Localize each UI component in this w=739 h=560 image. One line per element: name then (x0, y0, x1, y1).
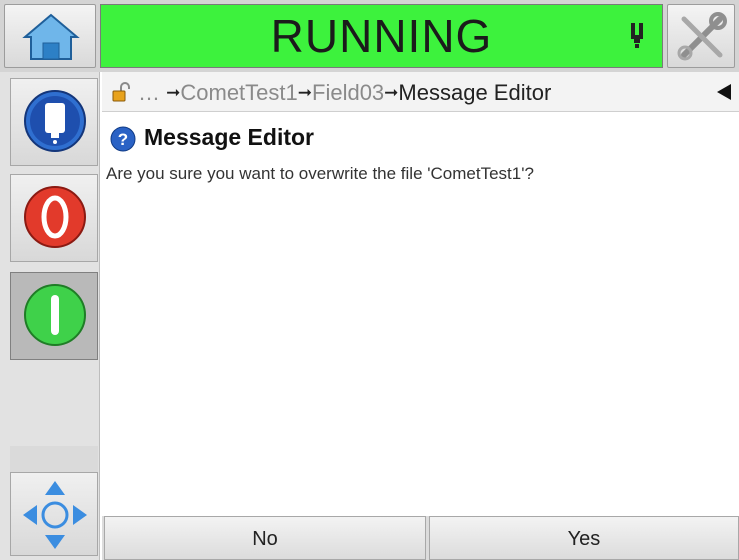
top-bar: RUNNING (0, 0, 739, 72)
breadcrumb-current: Message Editor (398, 80, 552, 105)
status-text: RUNNING (270, 10, 493, 62)
breadcrumb-path: … ➞CometTest1➞Field03➞Message Editor (138, 80, 551, 106)
breadcrumb-separator: ➞ (297, 83, 313, 102)
ink-icon (24, 90, 86, 152)
yes-button[interactable]: Yes (429, 516, 739, 560)
navigate-icon (23, 481, 87, 549)
home-button[interactable] (4, 4, 96, 68)
status-bar[interactable]: RUNNING (100, 4, 663, 68)
help-icon: ? (110, 126, 136, 152)
stop-button[interactable] (10, 174, 98, 262)
dialog-title: Message Editor (144, 124, 314, 150)
breadcrumb-item-comettest1[interactable]: CometTest1 (180, 80, 297, 105)
start-button[interactable] (10, 272, 98, 360)
back-arrow-icon[interactable] (717, 84, 731, 100)
dialog-content: ? Message Editor Are you sure you want t… (102, 112, 739, 516)
home-icon (22, 13, 80, 60)
dialog-buttons: No Yes (102, 516, 739, 560)
printhead-icon (631, 23, 643, 48)
tools-button[interactable] (667, 4, 735, 68)
tools-icon (677, 12, 727, 61)
breadcrumb-ellipsis[interactable]: … (138, 80, 160, 105)
ink-button[interactable] (10, 78, 98, 166)
no-button[interactable]: No (104, 516, 426, 560)
dialog-message: Are you sure you want to overwrite the f… (106, 164, 534, 183)
start-icon (24, 284, 86, 346)
stop-icon (24, 186, 86, 248)
breadcrumb-separator: ➞ (384, 83, 399, 102)
breadcrumb: … ➞CometTest1➞Field03➞Message Editor (102, 72, 739, 112)
breadcrumb-item-field03[interactable]: Field03 (312, 80, 384, 105)
svg-text:?: ? (118, 130, 128, 149)
breadcrumb-separator: ➞ (166, 83, 181, 102)
unlocked-padlock-icon[interactable] (112, 82, 130, 102)
navigate-button[interactable] (10, 472, 98, 556)
